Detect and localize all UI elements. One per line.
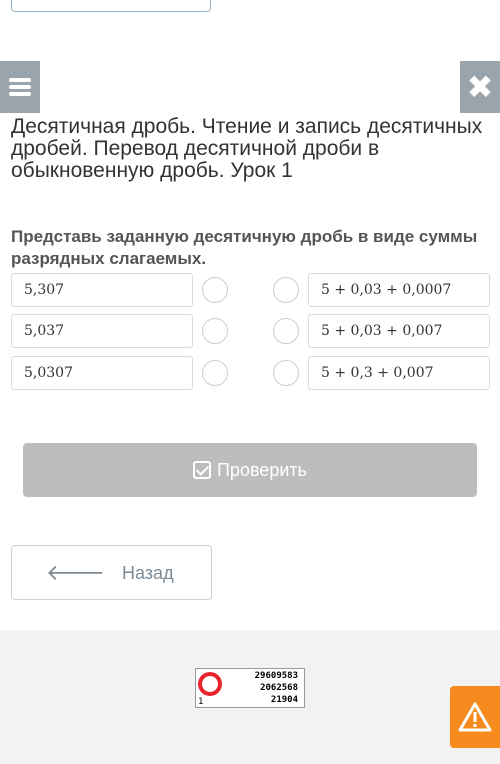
- match-row: 5,037 5 + 0,03 + 0,007: [11, 314, 490, 348]
- menu-icon: [9, 75, 31, 99]
- counter-numbers: 29609583 2062568 21904: [255, 670, 298, 706]
- right-radio[interactable]: [273, 318, 299, 344]
- left-radio[interactable]: [202, 277, 228, 303]
- right-radio[interactable]: [273, 360, 299, 386]
- left-radio[interactable]: [202, 318, 228, 344]
- top-input-field[interactable]: [11, 0, 211, 12]
- counter-one: 1: [198, 697, 204, 707]
- arrow-left-icon: 🡐: [46, 560, 105, 585]
- visit-counter[interactable]: 1 29609583 2062568 21904: [195, 668, 305, 708]
- left-item[interactable]: 5,307: [11, 273, 193, 307]
- right-item[interactable]: 5 + 0,3 + 0,007: [308, 356, 490, 390]
- back-button-label: Назад: [122, 563, 174, 583]
- close-button[interactable]: ✖: [460, 61, 500, 113]
- counter-line: 2062568: [260, 683, 298, 693]
- check-button-label: Проверить: [216, 459, 308, 480]
- close-icon: ✖: [466, 69, 494, 105]
- check-icon: [192, 461, 211, 479]
- match-row: 5,0307 5 + 0,3 + 0,007: [11, 356, 490, 390]
- menu-button[interactable]: [0, 61, 40, 113]
- right-item[interactable]: 5 + 0,03 + 0,0007: [308, 273, 490, 307]
- counter-logo-icon: [198, 672, 222, 696]
- left-radio[interactable]: [202, 360, 228, 386]
- right-radio[interactable]: [273, 277, 299, 303]
- match-row: 5,307 5 + 0,03 + 0,0007: [11, 273, 490, 307]
- task-prompt: Представь заданную десятичную дробь в ви…: [11, 227, 478, 268]
- back-button[interactable]: 🡐 Назад: [11, 545, 212, 600]
- warning-icon: [458, 702, 492, 732]
- counter-line: 21904: [270, 695, 298, 705]
- right-item[interactable]: 5 + 0,03 + 0,007: [308, 314, 490, 348]
- lesson-title: Десятичная дробь. Чтение и запись десяти…: [11, 115, 483, 182]
- report-problem-button[interactable]: [450, 686, 500, 748]
- left-item[interactable]: 5,0307: [11, 356, 193, 390]
- check-button[interactable]: Проверить: [23, 443, 477, 497]
- left-item[interactable]: 5,037: [11, 314, 193, 348]
- counter-line: 29609583: [254, 671, 298, 681]
